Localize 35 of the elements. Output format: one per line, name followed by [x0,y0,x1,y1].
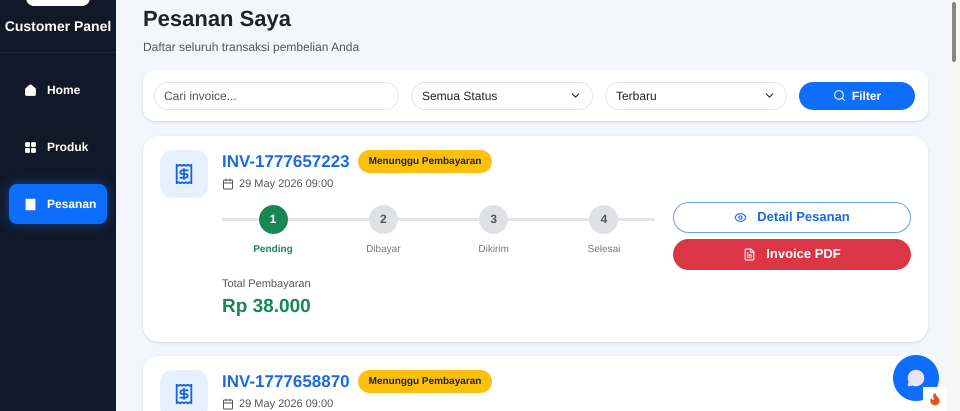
pdf-button[interactable]: Invoice PDF [673,238,911,270]
total-amount: Rp 38.000 [222,295,312,319]
step-label: Dikirim [478,242,509,256]
search-icon [832,89,846,102]
status-badge: Menunggu Pembayaran [358,370,492,393]
order-date: 29 May 2026 09:00 [239,397,334,411]
nav-item[interactable]: Pesanan [9,184,107,224]
status-dropdown[interactable]: Semua Status [411,82,593,110]
nav-item[interactable]: Produk [9,127,107,167]
grid-icon [24,140,37,154]
sort-dropdown[interactable]: Terbaru [605,82,787,110]
document-icon [743,248,756,260]
step-label: Dibayar [366,242,401,256]
home-icon [24,84,37,96]
detail-button[interactable]: Detail Pesanan [673,202,911,232]
search-field[interactable]: Cari invoice... [154,82,399,110]
chat-icon [907,369,925,387]
receipt-icon [160,370,208,411]
receipt-icon [160,150,208,198]
page-title: Pesanan Saya [143,5,292,33]
sidebar-title: Customer Panel [4,17,112,36]
step-label: Selesai [588,242,620,256]
invoice-link[interactable]: INV-1777658870 [222,370,350,392]
invoice-link[interactable]: INV-1777657223 [222,150,350,172]
page-subtitle: Daftar seluruh transaksi pembelian Anda [143,39,360,56]
total-label: Total Pembayaran [222,276,312,292]
step-label: Pending [253,242,293,256]
status-badge: Menunggu Pembayaran [358,150,492,173]
nav-item[interactable]: Home [9,70,107,110]
order-date: 29 May 2026 09:00 [239,177,334,192]
filter-button[interactable]: Filter [799,82,915,110]
calendar-icon [222,398,234,410]
eye-icon [734,210,748,224]
calendar-icon [222,178,234,190]
receipt-icon [24,198,37,210]
